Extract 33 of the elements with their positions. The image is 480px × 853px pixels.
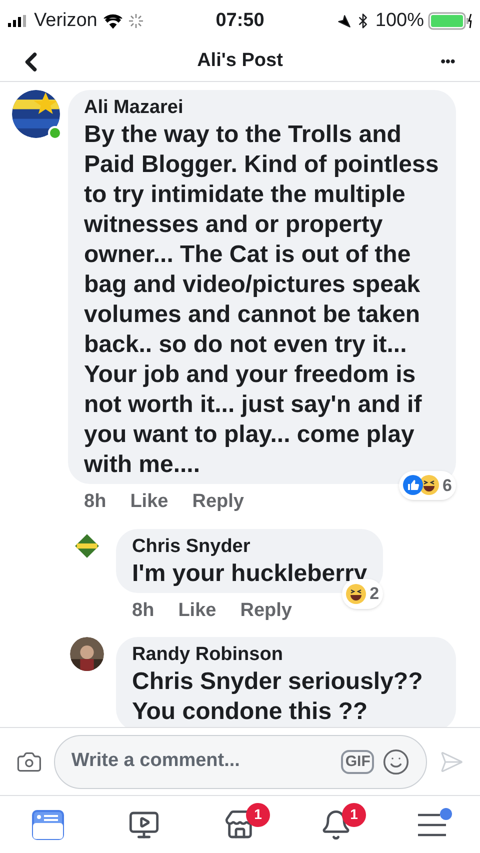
comment-field[interactable]: Write a comment... GIF: [54, 734, 428, 788]
page-title: Ali's Post: [197, 49, 283, 74]
clock-time: 07:50: [216, 8, 264, 33]
gif-button[interactable]: GIF: [341, 750, 374, 774]
like-link[interactable]: Like: [130, 488, 168, 516]
like-link[interactable]: Like: [178, 596, 216, 625]
reaction-count[interactable]: 6: [398, 470, 456, 500]
comment-text: Chris Snyder seriously?? You condone this ??: [132, 667, 424, 727]
comment-time: 8h: [84, 490, 106, 514]
thumbs-up-icon: [402, 475, 423, 496]
signal-icon: [8, 15, 28, 27]
loading-icon: [129, 14, 144, 28]
comment-time: 8h: [132, 598, 154, 622]
notification-badge: 1: [246, 802, 270, 826]
location-icon: [337, 14, 352, 28]
reply-link[interactable]: Reply: [240, 596, 292, 625]
battery-percent: 100%: [375, 8, 424, 33]
notification-badge: 1: [342, 802, 366, 826]
battery-icon: [428, 12, 472, 30]
laughing-face-icon: [346, 584, 366, 604]
carrier-name: Verizon: [34, 8, 98, 33]
emoji-icon[interactable]: [382, 748, 410, 776]
author-name[interactable]: Randy Robinson: [132, 643, 440, 667]
nav-tab[interactable]: 1: [304, 800, 368, 848]
nav-tab[interactable]: 1: [208, 800, 272, 848]
reply-link[interactable]: Reply: [192, 488, 244, 516]
laughing-face-icon: [418, 475, 439, 496]
bell-icon: [320, 808, 352, 840]
more-button[interactable]: •••: [432, 51, 464, 72]
author-name[interactable]: Chris Snyder: [132, 534, 368, 558]
wifi-icon: [103, 14, 124, 28]
news-feed-icon: [32, 810, 64, 840]
author-name[interactable]: Ali Mazarei: [84, 96, 440, 120]
